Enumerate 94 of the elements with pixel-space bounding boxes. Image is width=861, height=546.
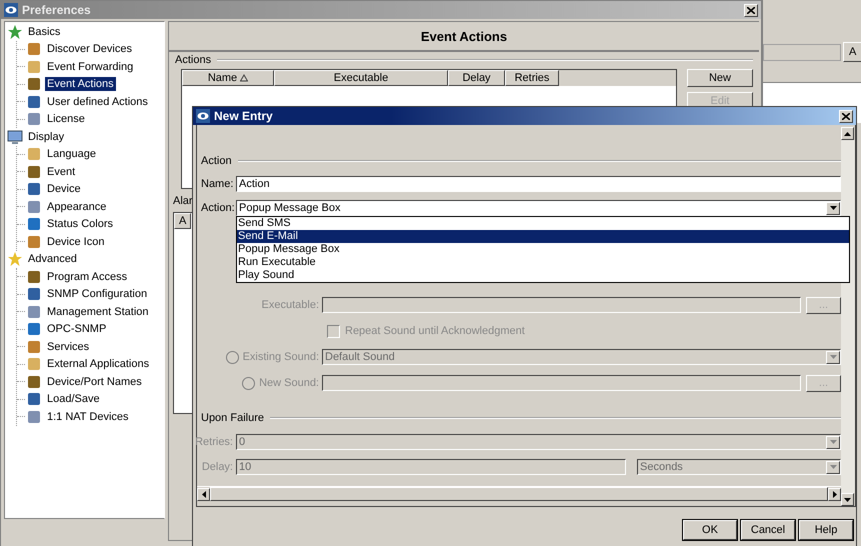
star-icon [7, 251, 23, 268]
window-title: Preferences [22, 3, 92, 17]
field-label: Name: [201, 178, 233, 190]
square-icon [26, 321, 42, 338]
checkbox-label: Repeat Sound until Acknowledgment [345, 325, 525, 337]
column-header[interactable]: Name [182, 70, 274, 86]
right-arrow-icon [832, 490, 836, 498]
square-icon [26, 164, 42, 180]
square-icon [26, 304, 42, 320]
dropdown-option[interactable]: Run Executable [237, 256, 849, 269]
tree-item[interactable]: User defined Actions [45, 94, 150, 109]
group-label: Alar [173, 195, 193, 207]
square-icon [26, 146, 42, 162]
down-arrow-icon [844, 498, 851, 502]
action-button[interactable]: New [687, 69, 753, 87]
group-label: Actions [175, 54, 212, 66]
tree-item[interactable]: Advanced [26, 252, 79, 266]
square-icon [26, 94, 42, 110]
eye-icon [4, 3, 18, 17]
tree-item[interactable]: Services [45, 340, 92, 354]
apply-button[interactable]: A [843, 42, 861, 62]
horizontal-scrollbar[interactable] [197, 486, 841, 501]
tree-item[interactable]: Basics [26, 24, 62, 39]
square-icon [26, 391, 42, 408]
tree-item[interactable]: Event [45, 164, 78, 179]
tree-item[interactable]: Load/Save [45, 392, 102, 406]
sound-file-field[interactable] [322, 375, 801, 391]
tree-item[interactable]: 1:1 NAT Devices [45, 410, 131, 424]
star-icon [7, 24, 23, 40]
tree-item[interactable]: Language [45, 147, 98, 162]
tree-item[interactable]: Program Access [45, 270, 130, 284]
monitor-icon [7, 128, 23, 145]
square-icon [26, 234, 42, 250]
action-dropdown[interactable]: Popup Message Box [236, 200, 841, 216]
tree-item[interactable]: OPC-SNMP [45, 322, 108, 336]
dialog-button[interactable]: Cancel [741, 520, 795, 540]
window-title: New Entry [214, 109, 274, 123]
square-icon [26, 111, 42, 128]
up-arrow-icon [844, 132, 851, 136]
column-header[interactable]: Retries [505, 70, 559, 86]
dialog-button[interactable]: OK [683, 520, 737, 540]
dropdown-arrow-icon [830, 206, 836, 210]
eye-icon [196, 109, 210, 123]
tree-item[interactable]: SNMP Configuration [45, 287, 150, 302]
tree-item[interactable]: Display [26, 130, 66, 144]
tree-item[interactable]: License [45, 112, 87, 126]
input-field[interactable] [763, 44, 841, 61]
tree-item[interactable]: Management Station [45, 304, 151, 319]
square-icon [26, 216, 42, 232]
executable-field[interactable] [322, 297, 801, 313]
dropdown-option[interactable]: Send SMS [237, 217, 849, 230]
dropdown-option[interactable]: Play Sound [237, 269, 849, 282]
section-label: Action [201, 155, 232, 167]
square-icon [26, 374, 42, 390]
square-icon [26, 181, 42, 198]
square-icon [26, 268, 42, 285]
tree-item[interactable]: External Applications [45, 357, 152, 372]
dropdown-arrow-icon [830, 465, 836, 469]
dropdown-arrow-icon [830, 355, 836, 359]
tree-item[interactable]: Device Icon [45, 234, 106, 249]
square-icon [26, 356, 42, 372]
tree-item[interactable]: Appearance [45, 200, 108, 214]
dropdown-arrow-icon [830, 440, 836, 444]
tree-item[interactable]: Device [45, 182, 83, 196]
close-button[interactable] [839, 110, 853, 122]
dialog-button[interactable]: Help [799, 520, 853, 540]
tree-item[interactable]: Status Colors [45, 217, 116, 232]
page-heading: Event Actions [420, 28, 508, 44]
column-header[interactable]: Executable [274, 70, 448, 86]
close-icon [842, 112, 850, 120]
radio-label: New Sound: [259, 377, 319, 389]
square-icon [26, 76, 42, 92]
column-header[interactable]: A [174, 213, 192, 229]
column-header[interactable]: Delay [448, 70, 505, 86]
field-label: Action: [201, 202, 233, 214]
square-icon [26, 338, 42, 355]
section-label: Upon Failure [201, 412, 264, 424]
square-icon [26, 41, 42, 58]
tree-item[interactable]: Event Actions [45, 77, 116, 92]
name-field[interactable]: Action [236, 176, 841, 192]
tree-item[interactable]: Event Forwarding [45, 60, 136, 74]
field-label: Executable: [260, 299, 319, 311]
field-label: Delay: [200, 461, 233, 473]
square-icon [26, 286, 42, 302]
square-icon [26, 58, 42, 75]
tree-item[interactable]: Discover Devices [45, 42, 134, 56]
radio-label: Existing Sound: [242, 351, 319, 363]
tree-item[interactable]: Device/Port Names [45, 374, 144, 389]
dropdown-option[interactable]: Popup Message Box [237, 243, 849, 256]
square-icon [26, 198, 42, 215]
close-icon [747, 6, 755, 14]
left-arrow-icon [202, 490, 206, 498]
square-icon [26, 408, 42, 425]
dropdown-option[interactable]: Send E-Mail [237, 230, 849, 243]
